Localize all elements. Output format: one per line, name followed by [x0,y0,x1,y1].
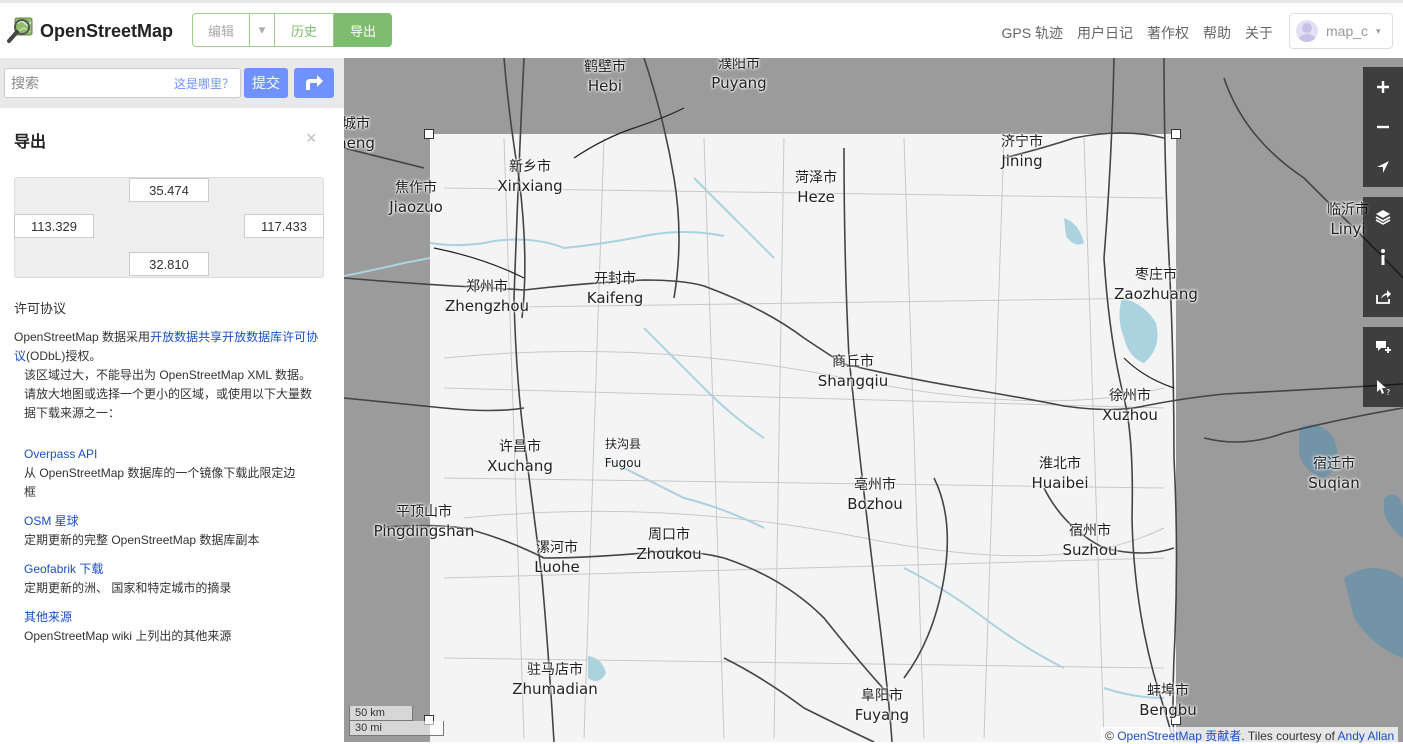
city-label-puyang: 濮阳市 Puyang [711,58,767,92]
nav-user-diaries[interactable]: 用户日记 [1077,23,1133,43]
map-attribution: © OpenStreetMap 贡献者. Tiles courtesy of A… [1101,727,1399,743]
city-label-hebi: 鹤壁市 Hebi [584,59,626,95]
city-label-zhengzhou: 郑州市 Zhengzhou [444,279,530,315]
locate-icon[interactable] [1363,147,1403,187]
info-icon[interactable] [1363,237,1403,277]
west-coordinate-input[interactable]: 113.329 [14,214,94,238]
map-scale: 50 km 30 mi [349,706,444,736]
city-label-jiaozuo: 焦作市 Jiaozuo [389,180,443,216]
city-label-bengbu: 蚌埠市 Bengbu [1139,683,1197,719]
mode-tabs: 编辑 ▾ 历史 导出 [192,13,392,47]
close-icon[interactable]: × [306,128,317,149]
search-submit-button[interactable]: 提交 [244,68,288,98]
overpass-api-link[interactable]: Overpass API [24,445,97,464]
attribution-middle: . Tiles courtesy of [1241,729,1338,743]
site-header: OpenStreetMap 编辑 ▾ 历史 导出 GPS 轨迹 用户日记 著作权… [0,3,1403,58]
geofabrik-link[interactable]: Geofabrik 下载 [24,560,103,579]
city-label-xinxiang: 新乡市 Xinxiang [497,159,563,195]
history-button[interactable]: 历史 [275,13,334,47]
osm-contributors-link[interactable]: OpenStreetMap 贡献者 [1117,729,1241,743]
chevron-down-icon: ▾ [1376,25,1381,36]
city-label-luohe: 漯河市 Luohe [534,540,580,576]
map-controls: ? [1363,67,1403,407]
add-note-icon[interactable] [1363,327,1403,367]
city-label-shangqiu: 商丘市 Shangqiu [817,354,889,390]
city-label-xuchang: 许昌市 Xuchang [487,439,553,475]
city-label-jining: 济宁市 Jining [1001,134,1043,170]
city-label-fugou: 扶沟县 Fugou [604,437,642,470]
osm-planet-desc: 定期更新的完整 OpenStreetMap 数据库副本 [24,533,260,547]
license-text: OpenStreetMap 数据采用开放数据共享开放数据库许可协议(ODbL)授… [14,328,324,366]
too-large-line-2: 请放大地图或选择一个更小的区域，或使用以下大量数 [24,387,313,401]
city-label-xuzhou: 徐州市 Xuzhou [1102,388,1158,424]
avatar [1296,20,1318,42]
license-prefix: OpenStreetMap 数据采用 [14,330,151,344]
export-button[interactable]: 导出 [334,13,392,47]
edit-button[interactable]: 编辑 [192,13,250,47]
attribution-prefix: © [1105,729,1118,743]
geofabrik-desc: 定期更新的洲、 国家和特定城市的摘录 [24,581,232,595]
city-label-huaibei: 淮北市 Huaibei [1031,456,1089,492]
user-menu-button[interactable]: map_c ▾ [1289,13,1393,49]
svg-text:?: ? [1386,388,1390,396]
zoom-out-icon[interactable] [1363,107,1403,147]
city-label-zhumadian: 驻马店市 Zhumadian [512,662,598,698]
too-large-line-3: 据下载来源之一： [24,406,121,420]
magnifier-map-icon [6,16,34,47]
top-nav: GPS 轨迹 用户日记 著作权 帮助 关于 [1002,23,1273,43]
city-label-suqian: 宿迁市 Suqian [1308,456,1360,492]
city-label-heze: 菏泽市 Heze [795,170,837,206]
andy-allan-link[interactable]: Andy Allan [1338,729,1395,743]
export-sidebar: 导出 × 35.474 113.329 117.433 32.810 许可协议 … [0,108,344,742]
query-features-icon[interactable]: ? [1363,367,1403,407]
north-coordinate-input[interactable]: 35.474 [129,178,209,202]
city-label-zhoukou: 周口市 Zhoukou [636,527,702,563]
map-canvas[interactable]: 鹤壁市 Hebi 濮阳市 Puyang 济宁市 Jining 新乡市 Xinxiang … [344,58,1403,742]
logo[interactable]: OpenStreetMap [6,16,173,47]
overpass-desc-2: 框 [24,485,37,499]
license-suffix: (ODbL)授权。 [26,349,102,363]
south-coordinate-input[interactable]: 32.810 [129,252,209,276]
city-label-suzhou: 宿州市 Suzhou [1062,523,1118,559]
zoom-in-icon[interactable] [1363,67,1403,107]
nav-about[interactable]: 关于 [1245,23,1273,43]
nav-gps-traces[interactable]: GPS 轨迹 [1002,23,1063,43]
city-label-pingdingshan: 平顶山市 Pingdingshan [373,504,475,540]
sidebar-title: 导出 [14,134,47,151]
username: map_c [1326,23,1369,39]
share-icon[interactable] [1363,277,1403,317]
scale-km: 50 km [349,706,413,721]
other-sources-link[interactable]: 其他来源 [24,608,72,627]
bbox-handle-top-left[interactable] [424,129,434,139]
search-bar: 搜索 这是哪里？ 提交 [0,58,344,108]
nav-copyright[interactable]: 著作权 [1147,23,1189,43]
scale-mi: 30 mi [349,721,444,736]
edit-dropdown-caret[interactable]: ▾ [250,13,275,47]
bbox-handle-top-right[interactable] [1171,129,1181,139]
city-label-kaifeng: 开封市 Kaifeng [586,271,644,307]
bounding-box-inputs: 35.474 113.329 117.433 32.810 [14,177,324,278]
city-label-bozhou: 亳州市 Bozhou [847,477,903,513]
city-label-zaozhuang: 枣庄市 Zaozhuang [1114,267,1198,303]
overpass-desc-1: 从 OpenStreetMap 数据库的一个镜像下载此限定边 [24,466,296,480]
directions-button[interactable] [294,68,334,98]
directions-icon [303,72,325,95]
nav-help[interactable]: 帮助 [1203,23,1231,43]
where-is-this-link[interactable]: 这是哪里？ [174,75,234,92]
too-large-line-1: 该区域过大，不能导出为 OpenStreetMap XML 数据。 [24,368,311,382]
site-title: OpenStreetMap [40,21,174,41]
city-label-fuyang: 阜阳市 Fuyang [854,688,910,724]
search-placeholder: 搜索 [11,75,39,91]
east-coordinate-input[interactable]: 117.433 [244,214,324,238]
city-label-partial-left: 城市heng [344,116,375,152]
license-heading: 许可协议 [14,301,67,316]
layers-icon[interactable] [1363,197,1403,237]
search-input[interactable]: 搜索 这是哪里？ [4,68,241,98]
osm-planet-link[interactable]: OSM 星球 [24,512,79,531]
other-sources-desc: OpenStreetMap wiki 上列出的其他来源 [24,629,232,643]
